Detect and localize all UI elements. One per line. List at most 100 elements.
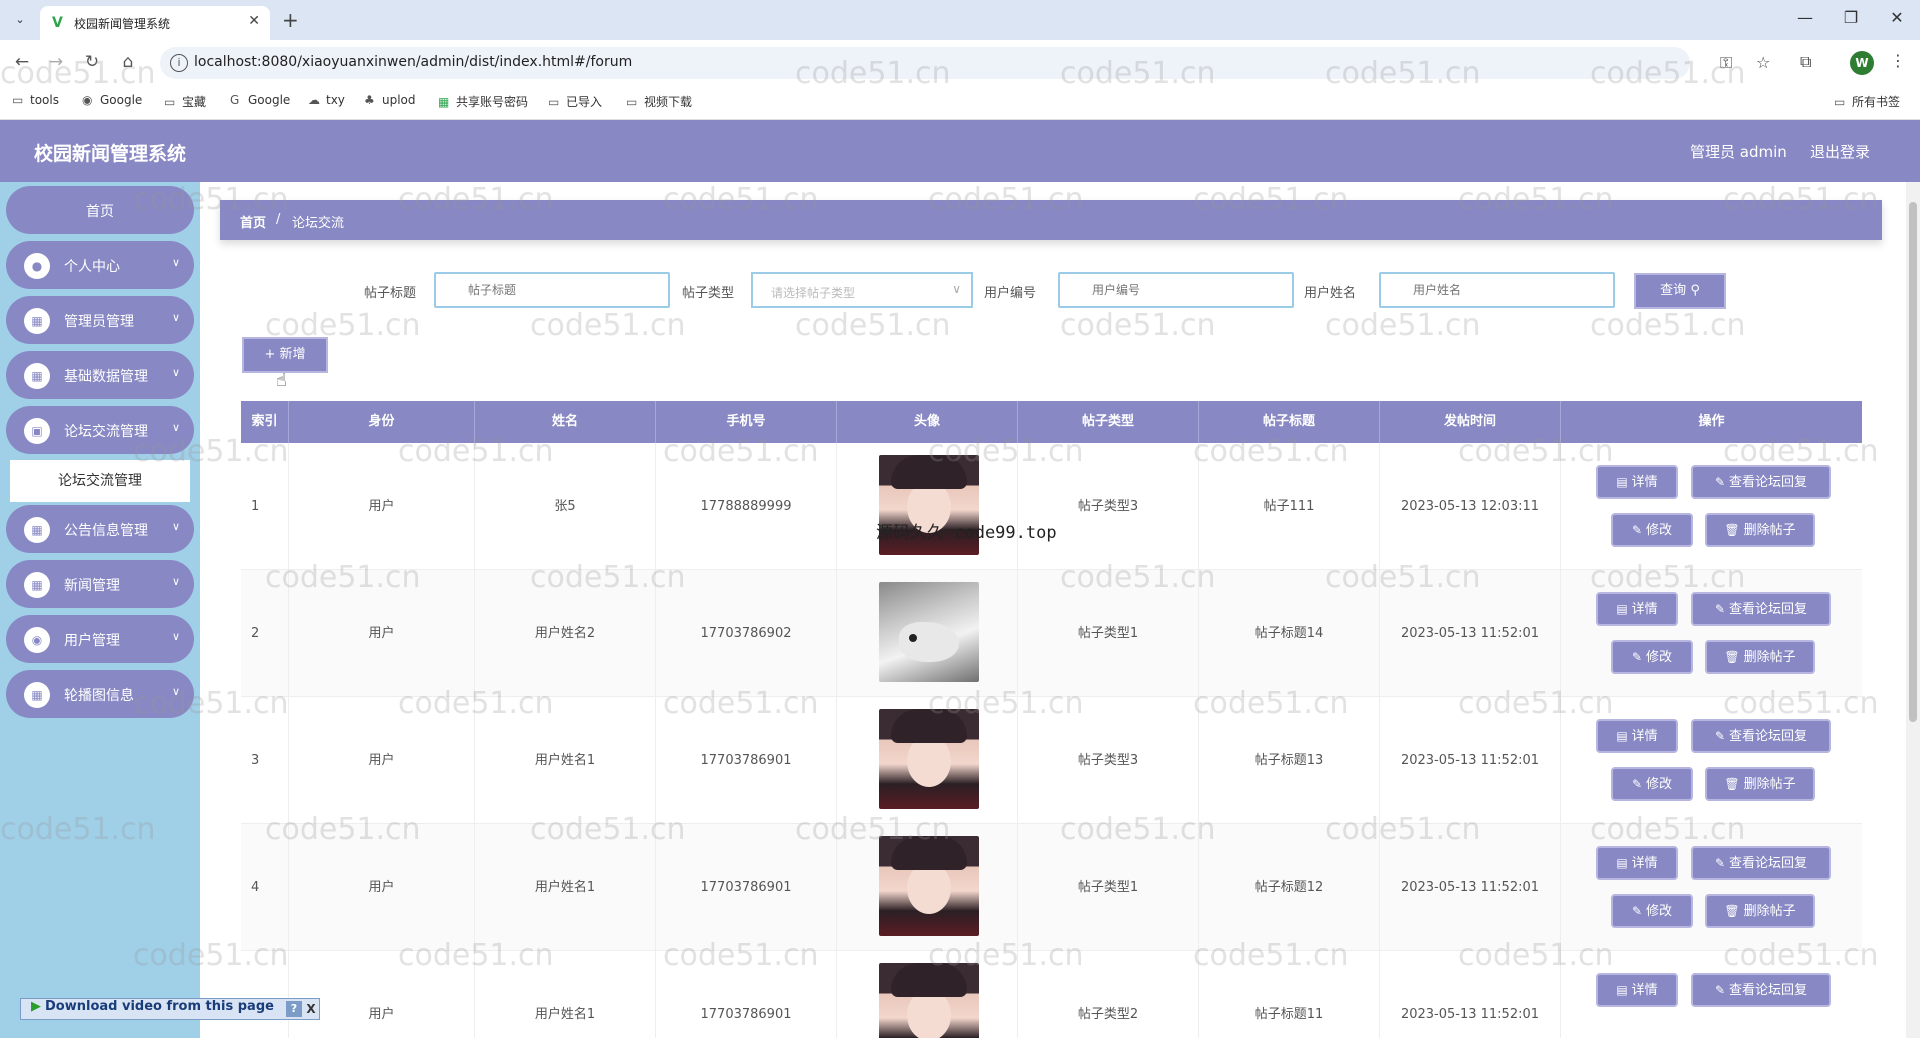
column-header: 姓名 [475,401,656,443]
extensions-icon[interactable]: ⧉ [1800,52,1811,72]
detail-button[interactable]: ▤ 详情 [1596,846,1678,880]
browser-menu-icon[interactable]: ⋮ [1890,51,1906,70]
admin-label: 管理员 admin [1690,143,1787,161]
userno-filter-input[interactable] [1058,272,1294,308]
sidebar-item-label: 用户管理 [64,633,120,649]
title-filter-input[interactable] [434,272,670,308]
cell-title: 帖子标题11 [1199,951,1380,1038]
cell-index: 1 [241,443,289,570]
type-filter-select[interactable]: 请选择帖子类型 ∨ [751,272,973,308]
sidebar-item-label: 个人中心 [64,259,120,275]
back-icon[interactable]: ← [10,52,34,72]
view-reply-button[interactable]: ✎ 查看论坛回复 [1691,592,1831,626]
bookmark-item[interactable]: ☁ txy [308,93,345,107]
sidebar-item-carousel[interactable]: ▦ 轮播图信息 ∨ [6,670,194,718]
bookmark-item[interactable]: ♣ uplod [364,93,416,107]
detail-button[interactable]: ▤ 详情 [1596,592,1678,626]
view-reply-button[interactable]: ✎ 查看论坛回复 [1691,719,1831,753]
edit-icon: ✎ [1631,523,1643,537]
help-icon[interactable]: ? [286,1001,302,1017]
sidebar-item-news[interactable]: ▦ 新闻管理 ∨ [6,560,194,608]
sidebar-item-personal[interactable]: ● 个人中心 ∨ [6,241,194,289]
sidebar-subitem-forum-manage[interactable]: 论坛交流管理 [10,460,190,502]
search-icon: ⚲ [1690,283,1700,298]
window-close-icon[interactable]: ✕ [1882,8,1912,27]
all-bookmarks[interactable]: ▭ 所有书签 [1834,93,1900,110]
delete-button[interactable]: 🗑 删除帖子 [1705,767,1815,801]
breadcrumb-home[interactable]: 首页 [240,212,266,231]
view-reply-label: 查看论坛回复 [1729,856,1808,871]
profile-avatar[interactable]: W [1850,51,1874,75]
detail-button[interactable]: ▤ 详情 [1596,465,1678,499]
tab-search-icon[interactable]: ⌄ [10,10,30,30]
bookmark-label: 宝藏 [182,95,207,109]
close-icon[interactable]: X [304,1001,318,1017]
avatar [879,582,979,682]
reload-icon[interactable]: ↻ [80,52,104,72]
delete-button[interactable]: 🗑 删除帖子 [1705,640,1815,674]
view-reply-label: 查看论坛回复 [1729,475,1808,490]
bookmark-item[interactable]: ◉ Google [82,93,142,107]
home-icon[interactable]: ⌂ [116,52,140,72]
page-scrollbar[interactable] [1906,182,1920,1038]
view-reply-button[interactable]: ✎ 查看论坛回复 [1691,973,1831,1007]
restore-icon[interactable]: ❐ [1836,8,1866,27]
edit-button[interactable]: ✎ 修改 [1611,640,1693,674]
edit-button[interactable]: ✎ 修改 [1611,767,1693,801]
detail-button[interactable]: ▤ 详情 [1596,719,1678,753]
scrollbar-thumb[interactable] [1909,202,1917,722]
bookmark-item[interactable]: ▭ 宝藏 [164,93,206,110]
cell-time: 2023-05-13 11:52:01 [1380,951,1561,1038]
view-reply-button[interactable]: ✎ 查看论坛回复 [1691,846,1831,880]
bookmark-item[interactable]: ▭ tools [12,93,59,107]
query-button[interactable]: 查询 ⚲ [1634,273,1726,309]
edit-button[interactable]: ✎ 修改 [1611,894,1693,928]
site-info-icon[interactable]: i [170,54,188,72]
chevron-up-icon: ∨ [171,421,180,434]
cell-index [241,951,289,1038]
edit-icon: ✎ [1631,777,1643,791]
edit-button[interactable]: ✎ 修改 [1611,513,1693,547]
download-video-label: Download video from this page [45,999,274,1014]
edit-icon: ✎ [1714,729,1726,743]
delete-button[interactable]: 🗑 删除帖子 [1705,894,1815,928]
sidebar-item-home[interactable]: 首页 [6,186,194,234]
sidebar-item-basic-data[interactable]: ▦ 基础数据管理 ∨ [6,351,194,399]
cell-type: 帖子类型1 [1018,824,1199,951]
sidebar-item-users[interactable]: ◉ 用户管理 ∨ [6,615,194,663]
bookmark-item[interactable]: G Google [230,93,290,107]
trash-icon: 🗑 [1724,777,1740,791]
sidebar-item-notice[interactable]: ▦ 公告信息管理 ∨ [6,505,194,553]
bookmark-label: tools [30,93,59,107]
logout-link[interactable]: 退出登录 [1810,141,1870,162]
sidebar-item-label: 论坛交流管理 [64,424,148,440]
sidebar-item-label: 新闻管理 [64,578,120,594]
tab-close-icon[interactable]: ✕ [248,13,260,29]
watermark: code51.cn [1590,308,1746,343]
address-bar[interactable]: i localhost:8080/xiaoyuanxinwen/admin/di… [160,47,1770,79]
table-row: 1 用户 张5 17788889999 帖子类型3 帖子111 2023-05-… [241,443,1862,570]
browser-tab[interactable]: V 校园新闻管理系统 ✕ [40,6,270,40]
bookmark-star-icon[interactable]: ☆ [1756,53,1770,72]
new-tab-icon[interactable]: + [282,8,299,32]
trash-icon: 🗑 [1724,523,1740,537]
bookmark-label: txy [326,93,345,107]
mouse-pointer-icon: ☝ [276,370,287,391]
download-video-bar[interactable]: ▶ Download video from this page ? X [20,998,320,1020]
view-reply-button[interactable]: ✎ 查看论坛回复 [1691,465,1831,499]
add-button[interactable]: + 新增 [242,337,328,373]
username-filter-label: 用户姓名 [1304,286,1357,301]
detail-button[interactable]: ▤ 详情 [1596,973,1678,1007]
sidebar-item-admins[interactable]: ▦ 管理员管理 ∨ [6,296,194,344]
bookmark-item[interactable]: ▭ 已导入 [548,93,602,110]
minimize-icon[interactable]: — [1790,8,1820,27]
delete-button[interactable]: 🗑 删除帖子 [1705,513,1815,547]
bookmark-label: 共享账号密码 [456,95,529,109]
password-key-icon[interactable]: ⚿ [1720,53,1732,73]
forward-icon[interactable]: → [44,52,68,72]
cell-type: 帖子类型1 [1018,570,1199,697]
bookmark-item[interactable]: ▦ 共享账号密码 [438,93,528,110]
sidebar-item-forum[interactable]: ▣ 论坛交流管理 ∨ [6,406,194,454]
username-filter-input[interactable] [1379,272,1615,308]
bookmark-item[interactable]: ▭ 视频下载 [626,93,692,110]
